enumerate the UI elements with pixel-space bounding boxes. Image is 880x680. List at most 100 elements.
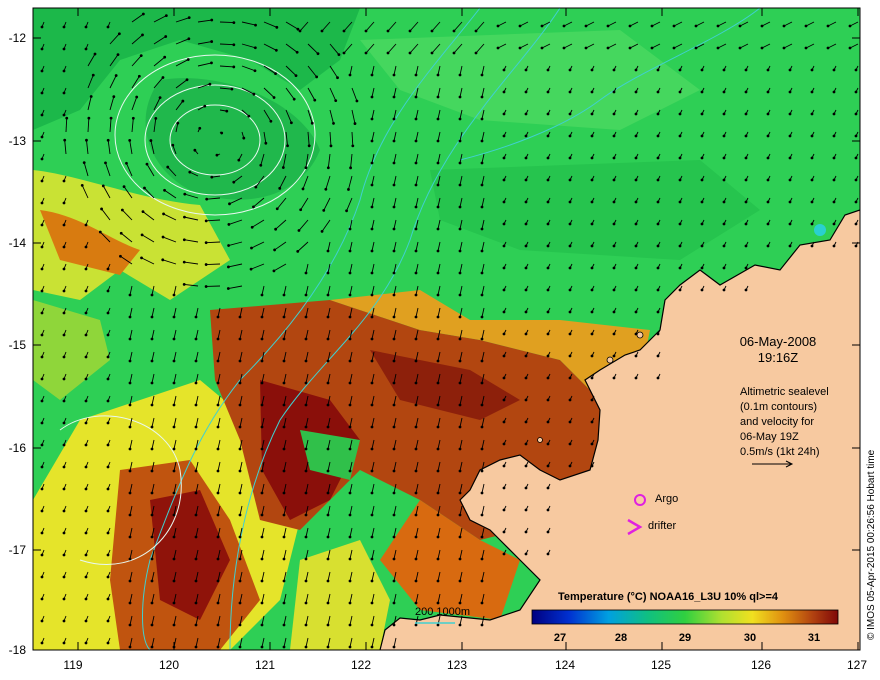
velocity-vector-head [84, 641, 88, 645]
velocity-vector-head [452, 29, 456, 33]
velocity-vector-head [181, 99, 185, 103]
velocity-vector-head [392, 73, 396, 77]
velocity-vector-head [854, 244, 858, 248]
velocity-vector-head [810, 90, 814, 94]
velocity-vector-head [568, 420, 572, 424]
velocity-vector-head [62, 69, 66, 73]
velocity-vector-head [370, 293, 374, 297]
velocity-vector-head [294, 74, 298, 77]
velocity-vector-head [216, 513, 220, 517]
velocity-vector-head [238, 447, 242, 451]
velocity-vector-head [744, 112, 748, 116]
velocity-vector-head [326, 579, 330, 583]
velocity-vector-head [436, 249, 440, 253]
velocity-vector-head [716, 24, 720, 28]
velocity-vector-head [150, 359, 154, 363]
velocity-vector-head [188, 170, 192, 174]
lat-label: -17 [8, 543, 26, 557]
velocity-vector-head [568, 354, 572, 358]
velocity-vector-head [810, 178, 814, 182]
velocity-vector-head [232, 21, 236, 24]
velocity-vector-head [62, 641, 66, 645]
velocity-vector-head [370, 579, 374, 583]
velocity-vector-head [568, 156, 572, 160]
velocity-vector-head [370, 271, 374, 275]
velocity-vector-head [150, 557, 154, 561]
velocity-vector-head [216, 425, 220, 429]
velocity-vector-head [760, 24, 764, 28]
velocity-vector-head [326, 491, 330, 495]
velocity-vector-head [100, 207, 103, 211]
velocity-vector-head [282, 623, 286, 627]
velocity-vector-head [458, 535, 462, 539]
velocity-vector-head [634, 134, 638, 138]
velocity-vector-head [546, 112, 550, 116]
velocity-vector-head [722, 134, 726, 138]
velocity-vector-head [238, 381, 242, 385]
velocity-vector-head [120, 208, 124, 212]
velocity-vector-head [414, 315, 418, 319]
velocity-vector-head [722, 244, 726, 248]
colorbar [531, 609, 839, 625]
velocity-vector-head [568, 222, 572, 226]
velocity-vector-head [480, 557, 484, 561]
velocity-vector-head [342, 51, 346, 55]
velocity-vector-head [282, 403, 286, 407]
velocity-vector-head [172, 469, 176, 473]
velocity-vector-head [304, 601, 308, 605]
velocity-vector-head [62, 377, 66, 381]
velocity-vector-head [612, 178, 616, 182]
velocity-vector-head [672, 24, 676, 28]
velocity-vector-head [788, 112, 792, 116]
velocity-vector-head [392, 161, 396, 165]
velocity-vector-head [700, 244, 704, 248]
velocity-vector-head [502, 244, 506, 248]
velocity-vector-head [524, 156, 528, 160]
velocity-vector-head [458, 425, 462, 429]
velocity-vector-head [259, 163, 263, 167]
velocity-vector-head [84, 399, 88, 403]
velocity-vector-head [62, 289, 66, 293]
velocity-vector-head [232, 65, 236, 69]
velocity-vector-head [351, 144, 355, 148]
velocity-vector-head [336, 76, 339, 80]
velocity-vector-head [524, 134, 528, 138]
velocity-vector-head [87, 116, 91, 120]
velocity-vector-head [164, 14, 168, 18]
velocity-vector-head [128, 403, 132, 407]
velocity-vector-head [98, 230, 102, 234]
velocity-vector-head [810, 156, 814, 160]
velocity-vector-head [326, 623, 330, 627]
velocity-vector-head [612, 90, 616, 94]
velocity-vector-head [40, 619, 44, 623]
velocity-vector-head [524, 332, 528, 336]
velocity-vector-head [40, 597, 44, 601]
velocity-vector-head [260, 491, 264, 495]
velocity-vector-head [568, 376, 572, 380]
velocity-vector-head [606, 24, 610, 28]
velocity-vector-head [546, 332, 550, 336]
velocity-vector-head [114, 74, 118, 77]
velocity-vector-head [161, 76, 165, 79]
velocity-vector-head [392, 271, 396, 275]
velocity-vector-head [436, 491, 440, 495]
velocity-vector-head [634, 332, 638, 336]
velocity-vector-head [252, 92, 256, 96]
velocity-vector-head [260, 315, 264, 319]
velocity-vector-head [392, 227, 396, 231]
velocity-vector-head [62, 465, 66, 469]
velocity-vector-head [116, 53, 120, 57]
velocity-vector-head [590, 200, 594, 204]
velocity-vector-head [249, 267, 253, 271]
velocity-vector-head [612, 310, 616, 314]
velocity-vector-head [524, 398, 528, 402]
velocity-vector-head [744, 156, 748, 160]
velocity-vector-head [474, 29, 478, 33]
velocity-vector-head [40, 421, 44, 425]
velocity-vector-head [546, 486, 550, 490]
velocity-vector-head [546, 530, 550, 534]
velocity-vector-head [183, 215, 186, 219]
velocity-vector-head [205, 197, 209, 201]
velocity-vector-head [304, 359, 308, 363]
velocity-vector-head [84, 245, 88, 249]
